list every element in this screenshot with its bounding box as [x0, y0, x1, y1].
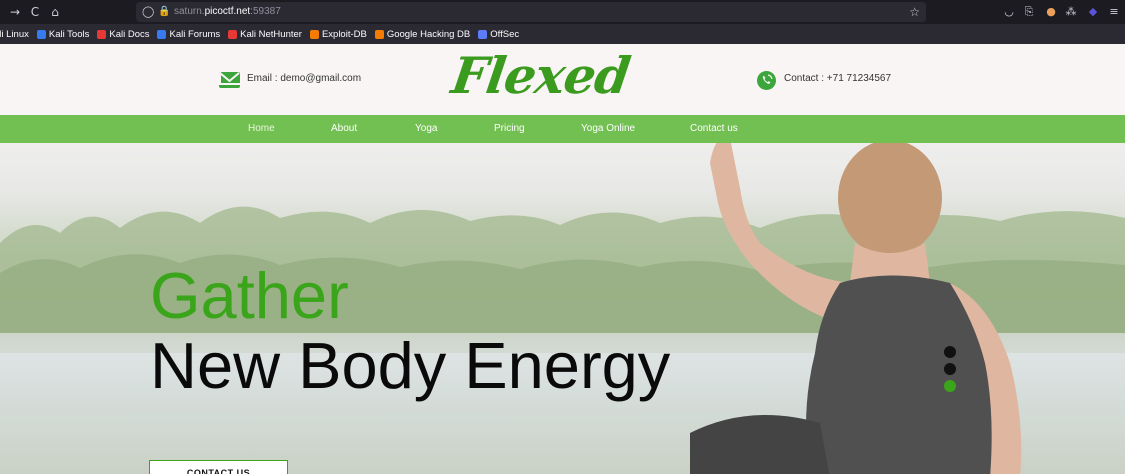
slider-dot-3[interactable]	[944, 380, 956, 392]
nav-contact-us[interactable]: Contact us	[690, 123, 738, 134]
contact-us-button[interactable]: CONTACT US	[149, 460, 288, 474]
bookmark-favicon-icon	[478, 29, 488, 39]
bookmark-label: ali Linux	[0, 28, 29, 40]
bookmark-favicon-icon	[228, 29, 238, 39]
header-email: Email : demo@gmail.com	[247, 73, 362, 84]
main-nav: Home About Yoga Pricing Yoga Online Cont…	[0, 115, 1125, 143]
home-icon[interactable]: ⌂	[46, 3, 64, 21]
extensions-icon[interactable]: ⎘	[1021, 4, 1037, 20]
bookmark-star-icon[interactable]: ☆	[909, 4, 920, 20]
bookmark-label: OffSec	[490, 28, 520, 40]
bookmark-label: Google Hacking DB	[386, 28, 471, 40]
bookmark-item[interactable]: Kali Tools	[36, 24, 90, 44]
lock-icon[interactable]: 🔒	[158, 5, 170, 19]
shield-icon[interactable]: ◯	[142, 5, 154, 19]
slider-dot-2[interactable]	[944, 363, 956, 375]
site-header: Email : demo@gmail.com Flexed Contact : …	[0, 44, 1125, 115]
bookmark-item[interactable]: Kali Forums	[157, 24, 220, 44]
browser-toolbar: → C ⌂ ◯ 🔒 saturn.picoctf.net:59387 ☆ ◡ ⎘…	[0, 0, 1125, 24]
address-bar[interactable]: ◯ 🔒 saturn.picoctf.net:59387 ☆	[136, 2, 926, 22]
menu-icon[interactable]: ≡	[1106, 4, 1122, 20]
bookmark-item[interactable]: OffSec	[478, 24, 519, 44]
envelope-icon	[219, 72, 240, 88]
bookmark-favicon-icon	[36, 29, 46, 39]
bookmark-favicon-icon	[374, 29, 384, 39]
header-contact: Contact : +71 71234567	[784, 73, 892, 84]
profile-icon[interactable]: ●	[1043, 4, 1059, 20]
bookmark-item[interactable]: Exploit-DB	[309, 24, 367, 44]
slider-dot-1[interactable]	[944, 346, 956, 358]
bookmark-item[interactable]: Google Hacking DB	[374, 24, 471, 44]
site-logo[interactable]: Flexed	[448, 46, 633, 108]
bookmark-item[interactable]: ali Linux	[0, 24, 29, 44]
pocket-icon[interactable]: ◡	[1001, 4, 1017, 20]
hero-banner: Gather New Body Energy CONTACT US	[0, 143, 1125, 474]
bookmarks-bar: ali Linux Kali Tools Kali Docs Kali Forums K…	[0, 24, 1125, 44]
nav-home[interactable]: Home	[248, 123, 275, 134]
hero-headline: New Body Energy	[150, 329, 671, 402]
reload-icon[interactable]: C	[26, 3, 44, 21]
webpage: Email : demo@gmail.com Flexed Contact : …	[0, 44, 1125, 474]
bookmark-label: Kali NetHunter	[240, 28, 302, 40]
nav-yoga[interactable]: Yoga	[415, 123, 437, 134]
bookmark-label: Exploit-DB	[321, 28, 367, 40]
bookmark-label: Kali Docs	[109, 28, 150, 40]
nav-pricing[interactable]: Pricing	[494, 123, 525, 134]
nav-about[interactable]: About	[331, 123, 357, 134]
bookmark-label: Kali Forums	[169, 28, 221, 40]
hero-headline-green: Gather	[150, 259, 349, 332]
addon-2-icon[interactable]: ◆	[1085, 4, 1101, 20]
bookmark-favicon-icon	[97, 29, 107, 39]
bookmark-item[interactable]: Kali Docs	[97, 24, 149, 44]
back-arrow-icon[interactable]: →	[6, 3, 24, 21]
phone-icon	[757, 71, 776, 90]
bookmark-favicon-icon	[157, 29, 167, 39]
url-text[interactable]: saturn.picoctf.net:59387	[174, 5, 281, 19]
addon-icon[interactable]: ⁂	[1063, 4, 1079, 20]
nav-yoga-online[interactable]: Yoga Online	[581, 123, 635, 134]
bookmark-item[interactable]: Kali NetHunter	[228, 24, 302, 44]
bookmark-label: Kali Tools	[48, 28, 90, 40]
bookmark-favicon-icon	[309, 29, 319, 39]
